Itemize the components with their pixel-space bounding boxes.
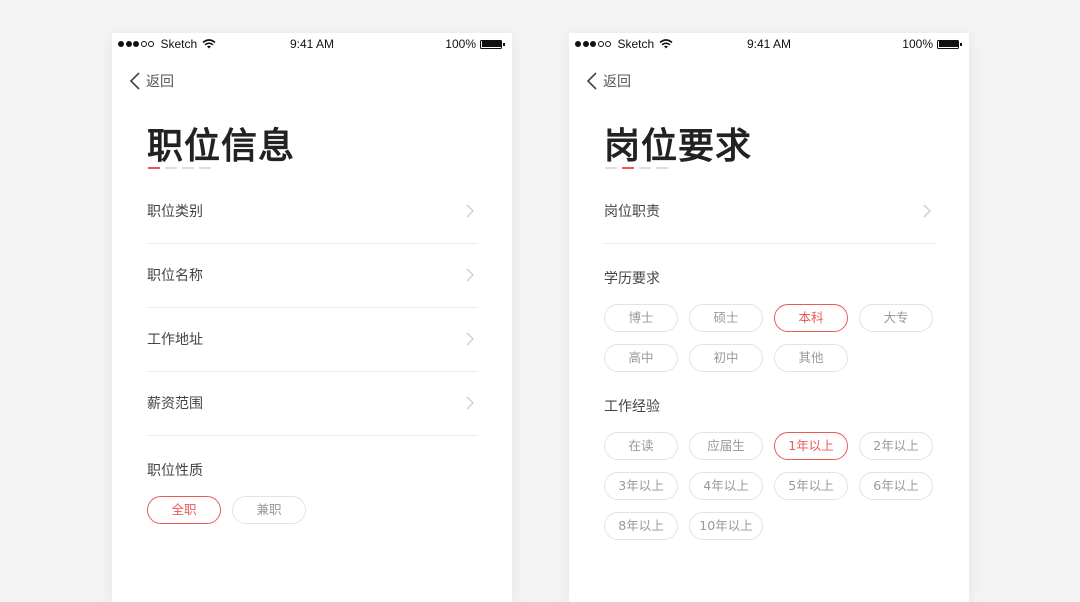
- chevron-right-icon: [466, 268, 474, 282]
- back-label: 返回: [603, 74, 631, 90]
- chip-education-high-school[interactable]: 高中: [604, 344, 678, 372]
- chip-education-phd[interactable]: 博士: [604, 304, 678, 332]
- back-button[interactable]: 返回: [129, 71, 174, 91]
- chip-part-time[interactable]: 兼职: [232, 496, 306, 524]
- chip-full-time[interactable]: 全职: [147, 496, 221, 524]
- step-4: [656, 167, 668, 169]
- battery-percent: 100%: [445, 37, 476, 51]
- chevron-right-icon: [466, 396, 474, 410]
- step-2: [622, 167, 634, 169]
- battery-percent: 100%: [902, 37, 933, 51]
- chip-exp-student[interactable]: 在读: [604, 432, 678, 460]
- row-label: 薪资范围: [147, 396, 203, 412]
- chevron-right-icon: [466, 332, 474, 346]
- step-indicator: [148, 167, 216, 169]
- job-info-screen: Sketch 9:41 AM 100% 返回 职位信息 职位类别 职位名称 工作…: [112, 33, 512, 602]
- row-job-name[interactable]: 职位名称: [147, 243, 478, 308]
- back-label: 返回: [146, 74, 174, 90]
- back-button[interactable]: 返回: [586, 71, 631, 91]
- step-1: [605, 167, 617, 169]
- job-type-label: 职位性质: [147, 463, 203, 479]
- education-label: 学历要求: [604, 271, 660, 287]
- chip-exp-2yr[interactable]: 2年以上: [859, 432, 933, 460]
- chevron-right-icon: [466, 204, 474, 218]
- page-title: 岗位要求: [604, 126, 753, 167]
- step-indicator: [605, 167, 673, 169]
- chevron-left-icon: [586, 72, 597, 90]
- battery-icon: [480, 39, 506, 50]
- chevron-right-icon: [923, 204, 931, 218]
- chip-exp-1yr[interactable]: 1年以上: [774, 432, 848, 460]
- job-requirements-screen: Sketch 9:41 AM 100% 返回 岗位要求 岗位职责 学历要求 博士…: [569, 33, 969, 602]
- chip-exp-4yr[interactable]: 4年以上: [689, 472, 763, 500]
- chevron-left-icon: [129, 72, 140, 90]
- row-label: 职位名称: [147, 268, 203, 284]
- row-salary-range[interactable]: 薪资范围: [147, 371, 478, 436]
- chip-education-bachelor[interactable]: 本科: [774, 304, 848, 332]
- chip-exp-graduate[interactable]: 应届生: [689, 432, 763, 460]
- row-label: 岗位职责: [604, 204, 660, 220]
- chip-education-college[interactable]: 大专: [859, 304, 933, 332]
- chip-exp-8yr[interactable]: 8年以上: [604, 512, 678, 540]
- page-title: 职位信息: [147, 126, 296, 167]
- status-bar: Sketch 9:41 AM 100%: [569, 33, 969, 55]
- row-label: 工作地址: [147, 332, 203, 348]
- status-bar: Sketch 9:41 AM 100%: [112, 33, 512, 55]
- step-1: [148, 167, 160, 169]
- row-label: 职位类别: [147, 204, 203, 220]
- step-2: [165, 167, 177, 169]
- chip-education-other[interactable]: 其他: [774, 344, 848, 372]
- step-3: [182, 167, 194, 169]
- row-job-category[interactable]: 职位类别: [147, 179, 478, 244]
- step-4: [199, 167, 211, 169]
- chip-education-master[interactable]: 硕士: [689, 304, 763, 332]
- chip-exp-5yr[interactable]: 5年以上: [774, 472, 848, 500]
- chip-exp-10yr[interactable]: 10年以上: [689, 512, 763, 540]
- chip-education-middle-school[interactable]: 初中: [689, 344, 763, 372]
- row-job-duties[interactable]: 岗位职责: [604, 179, 935, 244]
- battery-icon: [937, 39, 963, 50]
- row-work-address[interactable]: 工作地址: [147, 307, 478, 372]
- chip-exp-6yr[interactable]: 6年以上: [859, 472, 933, 500]
- step-3: [639, 167, 651, 169]
- chip-exp-3yr[interactable]: 3年以上: [604, 472, 678, 500]
- experience-label: 工作经验: [604, 399, 660, 415]
